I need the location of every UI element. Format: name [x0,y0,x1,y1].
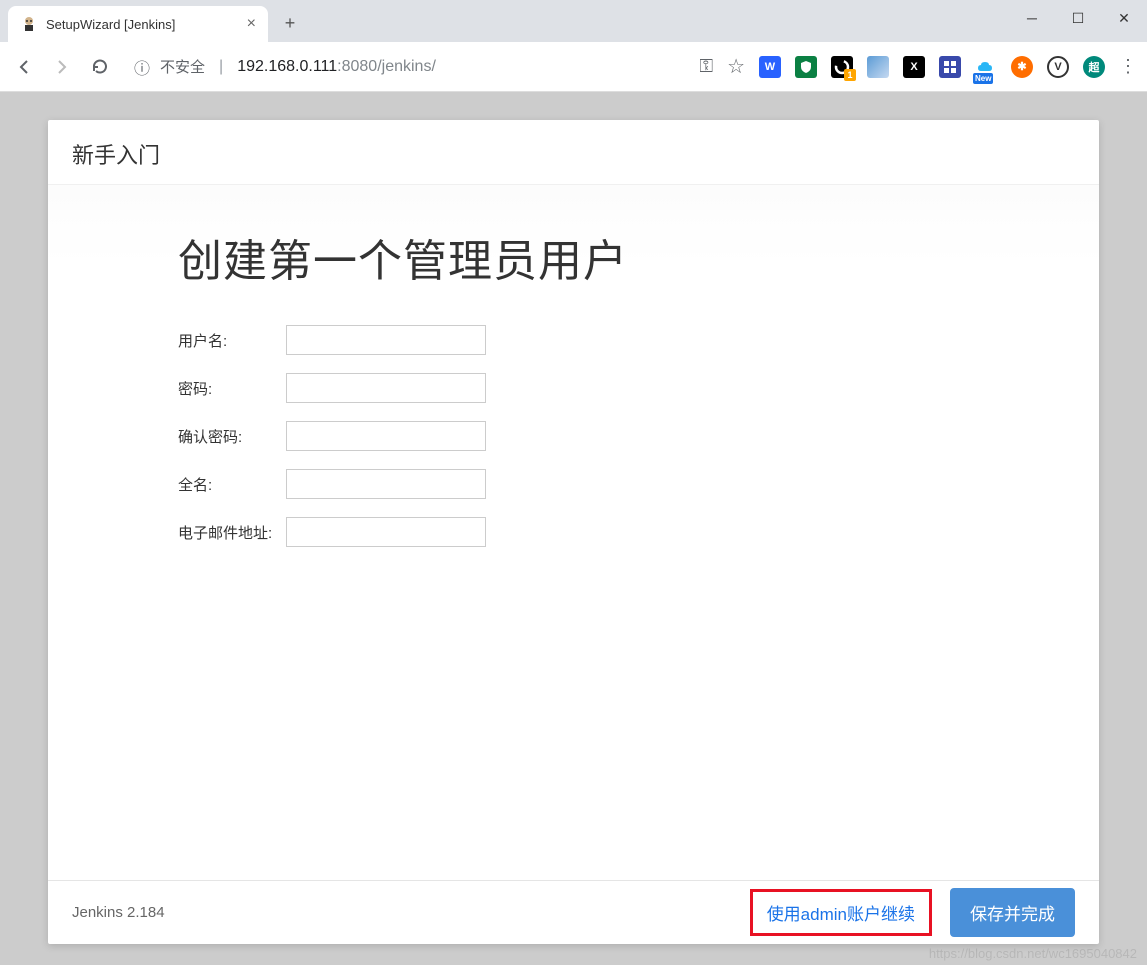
forward-button[interactable] [50,55,74,79]
email-label: 电子邮件地址: [178,522,286,543]
extension-grid-icon[interactable] [939,56,961,78]
browser-toolbar: ⓘ 不安全 | 192.168.0.111:8080/jenkins/ ⚿ ☆ … [0,42,1147,92]
reload-button[interactable] [88,55,112,79]
maximize-button[interactable]: ☐ [1055,0,1101,36]
form-row-fullname: 全名: [178,469,969,499]
extension-icon-swoosh[interactable]: 1 [831,56,853,78]
confirm-password-label: 确认密码: [178,426,286,447]
extension-shield-icon[interactable] [795,56,817,78]
close-tab-icon[interactable]: × [247,15,256,33]
fullname-label: 全名: [178,474,286,495]
extension-icon-v[interactable]: V [1047,56,1069,78]
browser-menu-icon[interactable]: ⋮ [1119,56,1135,77]
footer-actions: 使用admin账户继续 保存并完成 [750,888,1075,937]
wizard-footer: Jenkins 2.184 使用admin账户继续 保存并完成 [48,880,1099,944]
key-icon[interactable]: ⚿ [699,56,713,77]
setup-wizard-card: 新手入门 创建第一个管理员用户 用户名: 密码: 确认密码: 全名: 电子邮 [48,120,1099,944]
username-label: 用户名: [178,330,286,351]
username-input[interactable] [286,325,486,355]
tab-bar: SetupWizard [Jenkins] × + ─ ☐ ✕ [0,0,1147,42]
email-input[interactable] [286,517,486,547]
url-display: 192.168.0.111:8080/jenkins/ [237,58,436,76]
security-status: 不安全 [160,56,205,77]
page-title: 创建第一个管理员用户 [178,225,969,289]
new-tab-button[interactable]: + [276,9,304,37]
jenkins-version: Jenkins 2.184 [72,904,165,921]
content-area: 新手入门 创建第一个管理员用户 用户名: 密码: 确认密码: 全名: 电子邮 [0,92,1147,965]
address-bar[interactable]: ⓘ 不安全 | 192.168.0.111:8080/jenkins/ [126,55,685,79]
watermark: https://blog.csdn.net/wc1695040842 [929,946,1137,961]
wizard-header: 新手入门 [48,120,1099,184]
extension-sun-icon[interactable]: ✱ [1011,56,1033,78]
extension-sphere-icon[interactable] [867,56,889,78]
tab-title: SetupWizard [Jenkins] [46,17,239,32]
minimize-button[interactable]: ─ [1009,0,1055,36]
extension-cloud-icon[interactable]: New [975,56,997,78]
badge-count: 1 [844,69,856,81]
toolbar-icons: ⚿ ☆ W 1 X New ✱ V 超 ⋮ [699,54,1135,79]
continue-as-admin-button[interactable]: 使用admin账户继续 [750,889,932,936]
jenkins-favicon-icon [20,15,38,33]
form-row-password: 密码: [178,373,969,403]
bookmark-star-icon[interactable]: ☆ [727,54,745,79]
back-button[interactable] [12,55,36,79]
window-controls: ─ ☐ ✕ [1009,0,1147,36]
form-row-email: 电子邮件地址: [178,517,969,547]
profile-avatar[interactable]: 超 [1083,56,1105,78]
close-window-button[interactable]: ✕ [1101,0,1147,36]
password-label: 密码: [178,378,286,399]
extension-icon-w[interactable]: W [759,56,781,78]
password-input[interactable] [286,373,486,403]
badge-new: New [973,73,993,84]
browser-tab[interactable]: SetupWizard [Jenkins] × [8,6,268,42]
extension-icon-x[interactable]: X [903,56,925,78]
save-and-finish-button[interactable]: 保存并完成 [950,888,1075,937]
browser-chrome: SetupWizard [Jenkins] × + ─ ☐ ✕ ⓘ 不安全 | … [0,0,1147,92]
form-row-confirm: 确认密码: [178,421,969,451]
confirm-password-input[interactable] [286,421,486,451]
wizard-body: 创建第一个管理员用户 用户名: 密码: 确认密码: 全名: 电子邮件地址: [48,184,1099,880]
form-row-username: 用户名: [178,325,969,355]
divider: | [219,58,223,76]
fullname-input[interactable] [286,469,486,499]
info-icon[interactable]: ⓘ [134,55,150,79]
